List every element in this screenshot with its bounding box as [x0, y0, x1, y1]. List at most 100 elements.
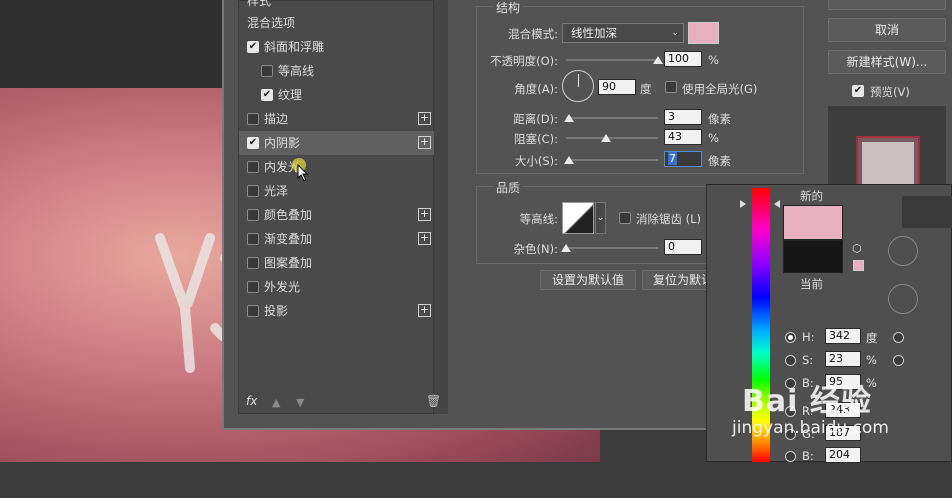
preview-label: 预览(V) [870, 85, 910, 99]
add-icon[interactable]: + [418, 304, 431, 317]
blend-mode-value: 线性加深 [571, 26, 617, 40]
quality-title: 品质 [493, 179, 524, 196]
choke-field[interactable]: 43 [664, 129, 702, 145]
cube-icon[interactable]: ⬡ [852, 242, 862, 255]
style-item-label: 外发光 [264, 280, 301, 294]
style-item-checkbox[interactable] [247, 305, 259, 317]
noise-slider[interactable] [566, 247, 658, 249]
choke-slider[interactable] [566, 137, 658, 139]
shadow-color-swatch[interactable] [688, 22, 719, 44]
style-item[interactable]: 等高线 [239, 59, 435, 83]
contour-dropdown-chevron-icon[interactable]: ⌄ [595, 202, 606, 234]
angle-label: 角度(A): [514, 82, 558, 96]
style-item[interactable]: 颜色叠加 + [239, 203, 435, 227]
opacity-label: 不透明度(O): [490, 54, 558, 68]
add-icon[interactable]: + [418, 112, 431, 125]
blend-mode-select[interactable]: 线性加深 ⌄ [562, 23, 684, 43]
hue-marker-left-icon[interactable] [740, 200, 746, 208]
style-item-checkbox[interactable] [247, 161, 259, 173]
style-item[interactable]: 内发光 [239, 155, 435, 179]
choke-label: 阻塞(C): [514, 132, 558, 146]
add-icon[interactable]: + [418, 232, 431, 245]
noise-slider-thumb[interactable] [561, 244, 571, 252]
style-item-checkbox[interactable] [247, 185, 259, 197]
angle-field[interactable]: 90 [598, 79, 636, 95]
watermark: Bai 经验 jingyan.baidu.com [728, 372, 952, 462]
style-item[interactable]: 光泽 [239, 179, 435, 203]
fx-button[interactable]: fx [246, 394, 257, 408]
distance-slider[interactable] [566, 117, 658, 119]
contour-label: 等高线: [519, 212, 558, 226]
opacity-unit: % [708, 53, 719, 67]
ok-button[interactable] [828, 0, 946, 10]
style-item-checkbox[interactable] [247, 257, 259, 269]
style-item-checkbox[interactable] [247, 233, 259, 245]
global-light-label: 使用全局光(G) [682, 82, 758, 96]
web-color-swatch-icon[interactable] [853, 260, 864, 271]
angle-dial[interactable] [562, 70, 594, 102]
styles-list-scrollbar[interactable] [434, 0, 448, 414]
s-unit: % [866, 353, 877, 367]
style-item-label: 投影 [264, 304, 289, 318]
style-item-checkbox[interactable]: ✔ [261, 89, 273, 101]
h-label: H: [802, 330, 815, 344]
style-item[interactable]: 描边 + [239, 107, 435, 131]
style-item-label: 颜色叠加 [264, 208, 313, 222]
s-radio[interactable] [785, 355, 796, 366]
styles-footer: fx ▲ ▼ 🗑 [240, 392, 441, 414]
style-item[interactable]: ✔ 内阴影 + [239, 131, 435, 155]
distance-slider-thumb[interactable] [563, 114, 574, 122]
size-unit: 像素 [708, 154, 731, 168]
style-item[interactable]: 渐变叠加 + [239, 227, 435, 251]
add-icon[interactable]: + [418, 208, 431, 221]
move-up-icon[interactable]: ▲ [272, 396, 280, 409]
preview-checkbox[interactable]: ✔ [852, 85, 864, 97]
new-color-swatch [783, 205, 843, 240]
style-item[interactable]: ✔ 纹理 [239, 83, 435, 107]
style-item[interactable]: ✔ 斜面和浮雕 [239, 35, 435, 59]
opacity-field[interactable]: 100 [664, 51, 702, 67]
set-default-button[interactable]: 设置为默认值 [540, 270, 636, 290]
trash-icon[interactable]: 🗑 [426, 394, 441, 408]
choke-slider-thumb[interactable] [600, 134, 611, 142]
add-icon[interactable]: + [418, 136, 431, 149]
style-item-checkbox[interactable]: ✔ [247, 137, 259, 149]
current-color-label: 当前 [800, 277, 823, 291]
canvas-top-dark [0, 0, 230, 88]
s-field[interactable]: 23 [825, 351, 861, 367]
antialias-checkbox[interactable] [619, 212, 631, 224]
h-field[interactable]: 342 [825, 328, 861, 344]
opacity-slider[interactable] [566, 59, 658, 61]
global-light-checkbox[interactable] [665, 81, 677, 93]
size-field[interactable]: 7 [664, 151, 702, 167]
style-item-label: 渐变叠加 [264, 232, 313, 246]
size-slider-thumb[interactable] [563, 156, 574, 164]
style-item-checkbox[interactable] [261, 65, 273, 77]
size-slider[interactable] [566, 159, 658, 161]
structure-title: 结构 [493, 0, 524, 16]
distance-field[interactable]: 3 [664, 109, 702, 125]
cancel-button[interactable]: 取消 [828, 18, 946, 42]
noise-field[interactable]: 0 [664, 239, 702, 255]
hue-marker-right-icon[interactable] [774, 200, 780, 208]
move-down-icon[interactable]: ▼ [296, 396, 304, 409]
style-item-checkbox[interactable]: ✔ [247, 41, 259, 53]
style-item[interactable]: 图案叠加 [239, 251, 435, 275]
l-radio[interactable] [893, 332, 904, 343]
opacity-slider-thumb[interactable] [653, 56, 663, 64]
style-item-label: 斜面和浮雕 [264, 40, 325, 54]
contour-preview[interactable] [562, 202, 594, 234]
style-item[interactable]: 外发光 [239, 275, 435, 299]
new-style-button[interactable]: 新建样式(W)... [828, 50, 946, 74]
style-item-checkbox[interactable] [247, 281, 259, 293]
style-item-checkbox[interactable] [247, 113, 259, 125]
a-radio[interactable] [893, 355, 904, 366]
h-radio[interactable] [785, 332, 796, 343]
style-item-checkbox[interactable] [247, 209, 259, 221]
style-item-label: 内阴影 [264, 136, 301, 150]
style-item[interactable]: 投影 + [239, 299, 435, 323]
style-item[interactable]: 混合选项 [239, 11, 435, 35]
new-color-label: 新的 [800, 189, 823, 203]
style-item-label: 等高线 [278, 64, 315, 78]
noise-label: 杂色(N): [513, 242, 558, 256]
